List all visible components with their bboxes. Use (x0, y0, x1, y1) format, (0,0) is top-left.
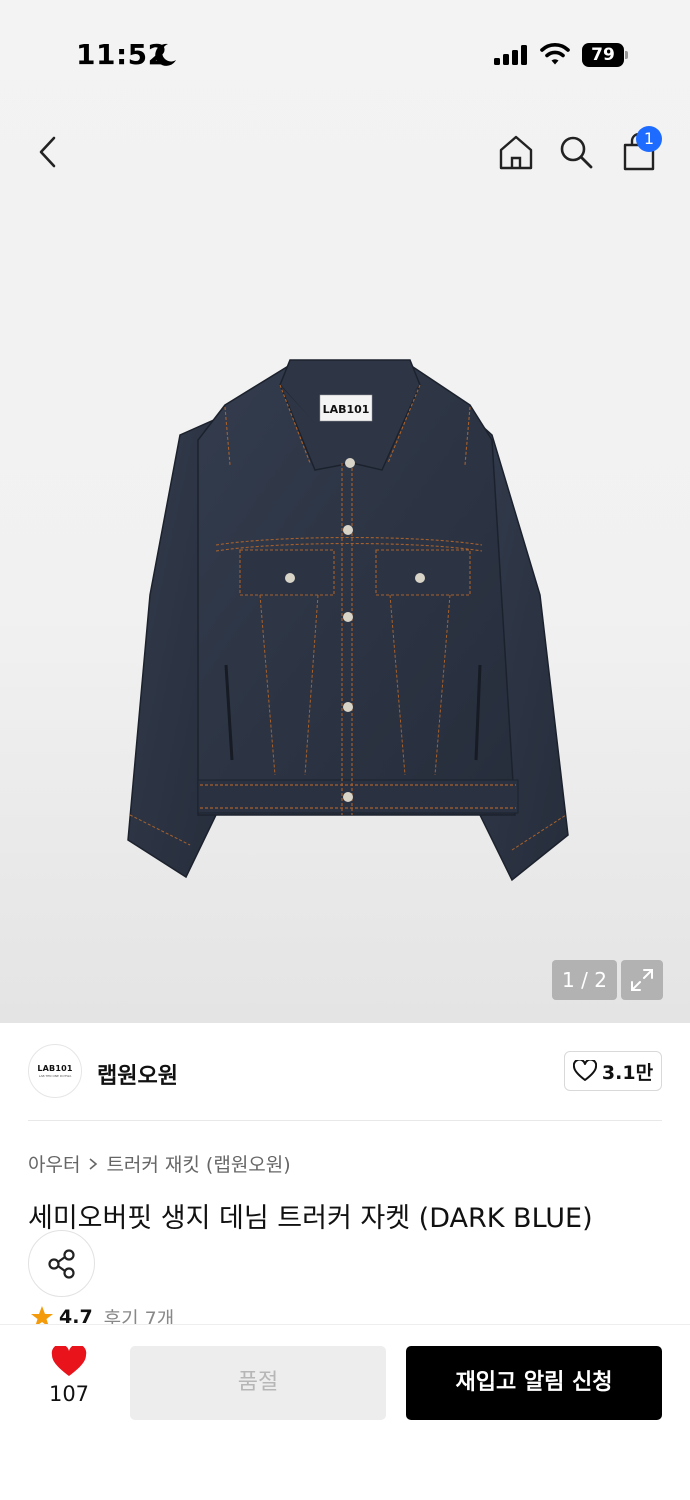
product-photo[interactable]: LAB101 (120, 345, 575, 885)
share-icon (47, 1248, 75, 1279)
restock-alert-button[interactable]: 재입고 알림 신청 (406, 1346, 662, 1420)
battery-indicator: 79 (582, 43, 628, 67)
expand-icon (631, 969, 653, 991)
heart-filled-icon (51, 1346, 87, 1376)
signal-icon (494, 45, 528, 69)
product-title: 세미오버핏 생지 데님 트러커 자켓 (DARK BLUE) (28, 1203, 593, 1234)
battery-level: 79 (582, 43, 624, 67)
heart-outline-icon (572, 1060, 597, 1081)
brand-logo-subtext: LAB TEN ONE DOTWA (38, 1074, 72, 1078)
home-button[interactable] (492, 128, 540, 176)
moon-icon (152, 42, 178, 72)
breadcrumb-subcategory[interactable]: 트러커 재킷 (랩원오원) (106, 1150, 290, 1177)
back-arrow-icon (39, 136, 56, 168)
wifi-icon (540, 42, 570, 70)
garment-label: LAB101 (323, 403, 370, 416)
chevron-right-icon (89, 1157, 98, 1170)
back-button[interactable] (24, 128, 72, 176)
image-pager: 1 / 2 (552, 960, 617, 1000)
status-bar: 11:52 79 (0, 0, 690, 100)
brand-like-button[interactable]: 3.1만 (564, 1051, 662, 1091)
cart-count-badge: 1 (636, 126, 662, 152)
cart-button[interactable]: 1 (614, 126, 664, 176)
share-button[interactable] (28, 1230, 95, 1297)
soldout-button[interactable]: 품절 (130, 1346, 386, 1420)
brand-logo-text: LAB101 (37, 1064, 73, 1073)
wishlist-button[interactable]: 107 (36, 1346, 102, 1420)
brand-name[interactable]: 랩원오원 (97, 1058, 178, 1090)
breadcrumb: 아우터 트러커 재킷 (랩원오원) (28, 1150, 291, 1177)
home-icon (499, 135, 533, 170)
brand-like-count: 3.1만 (601, 1061, 654, 1084)
search-button[interactable] (552, 128, 600, 176)
expand-image-button[interactable] (621, 960, 663, 1000)
brand-logo[interactable]: LAB101 LAB TEN ONE DOTWA (28, 1044, 82, 1098)
search-icon (560, 136, 593, 169)
wishlist-count: 107 (48, 1382, 90, 1406)
breadcrumb-category[interactable]: 아우터 (28, 1150, 80, 1177)
divider (28, 1120, 662, 1121)
